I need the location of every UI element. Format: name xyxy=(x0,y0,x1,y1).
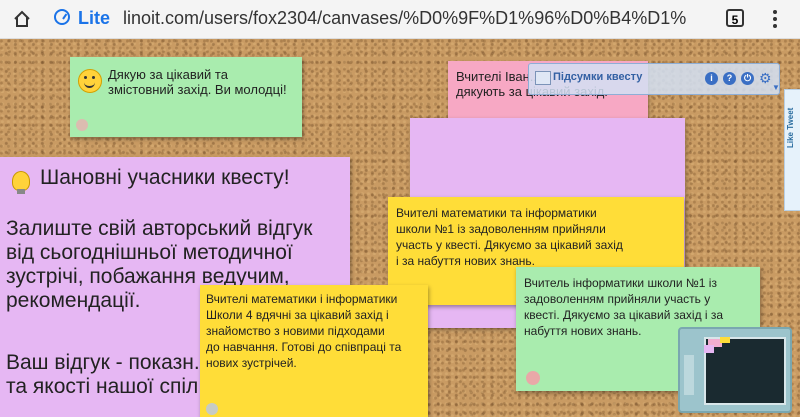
tab-switcher-button[interactable]: 5 xyxy=(726,9,744,27)
note-text: Дякую за цікавий та змістовний захід. Ви… xyxy=(108,67,287,97)
canvas-minimap[interactable] xyxy=(678,327,792,413)
address-bar[interactable]: linoit.com/users/fox2304/canvases/%D0%9F… xyxy=(123,8,708,30)
canvas-title: Підсумки квесту xyxy=(553,71,643,83)
canvas-icon xyxy=(535,71,551,85)
gear-icon[interactable]: ⚙ xyxy=(759,70,772,87)
lite-mode-icon[interactable] xyxy=(54,9,70,25)
minimap-scroll-track[interactable] xyxy=(684,355,694,395)
social-share-label: Like Tweet xyxy=(786,107,795,148)
sticky-note-school4[interactable]: Вчителі математики і інформатики Школи 4… xyxy=(200,285,428,417)
info-icon[interactable]: i xyxy=(705,72,718,85)
home-icon[interactable] xyxy=(12,9,32,29)
canvas-title-bar[interactable]: Підсумки квесту i ? ⏻ ⚙ xyxy=(528,63,780,95)
lite-label[interactable]: Lite xyxy=(78,8,110,29)
note-text: Вчителі математики та інформатики школи … xyxy=(396,206,623,268)
smiley-icon xyxy=(78,69,102,93)
minimap-note xyxy=(704,345,714,353)
author-icon xyxy=(206,403,218,415)
author-icon xyxy=(76,119,88,131)
social-share-tab[interactable]: Like Tweet xyxy=(784,89,800,211)
lightbulb-icon xyxy=(12,171,30,194)
corkboard-canvas[interactable]: Дякую за цікавий та змістовний захід. Ви… xyxy=(0,39,800,417)
chevron-down-icon[interactable]: ▼ xyxy=(772,83,780,93)
note-text: Вчителі математики і інформатики Школи 4… xyxy=(206,292,402,370)
help-icon[interactable]: ? xyxy=(723,72,736,85)
author-icon xyxy=(526,371,540,385)
overflow-menu-icon[interactable] xyxy=(772,8,778,30)
minimap-viewport[interactable] xyxy=(704,337,786,405)
power-icon[interactable]: ⏻ xyxy=(741,72,754,85)
note-heading: Шановні учасники квесту! xyxy=(40,166,290,189)
browser-toolbar: Lite linoit.com/users/fox2304/canvases/%… xyxy=(0,0,800,39)
minimap-note xyxy=(720,337,730,343)
sticky-note-thanks[interactable]: Дякую за цікавий та змістовний захід. Ви… xyxy=(70,57,302,137)
